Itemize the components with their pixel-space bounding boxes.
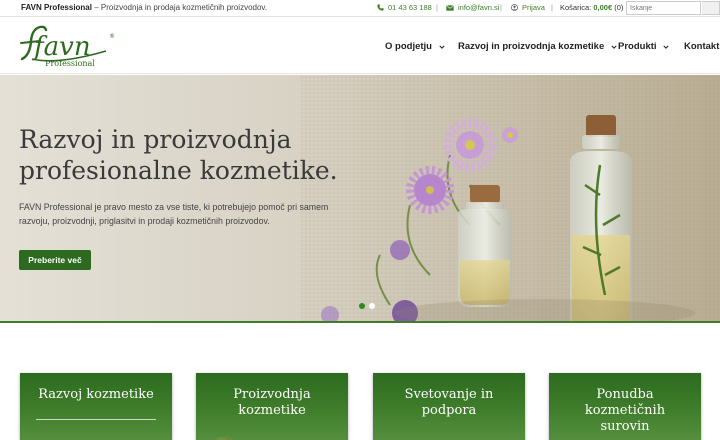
cart-total: 0,00€ <box>593 3 613 12</box>
search-button[interactable] <box>702 1 720 15</box>
chevron-down-icon <box>438 41 445 52</box>
card-title: Proizvodnja kozmetike <box>202 387 342 419</box>
services-section: Razvoj kozmetike Proizvodnja kozmetike S… <box>0 325 720 440</box>
chevron-down-icon <box>611 41 617 52</box>
cart-count: (0) <box>614 3 624 12</box>
favn-logo[interactable]: favn ® Professional <box>18 21 118 69</box>
nav-item-kontakt[interactable]: Kontakt <box>684 41 719 52</box>
card-title-line: kozmetike <box>238 403 306 418</box>
cart-link[interactable]: Košarica: 0,00€ (0) <box>560 3 623 12</box>
card-title: Svetovanje in podpora <box>379 387 519 419</box>
page: FAVN Professional – Proizvodnja in proda… <box>0 0 720 440</box>
separator: | <box>500 3 502 12</box>
hero-description: FAVN Professional je pravo mesto za vse … <box>19 200 349 228</box>
cart-label: Košarica: <box>560 3 592 12</box>
hero-title: Razvoj in proizvodnja profesionalne kozm… <box>19 124 349 186</box>
site-header: favn ® Professional O podjetju Razvoj in… <box>0 17 720 74</box>
hero-text-line2: razvoju, proizvodnji, priglasitvi in pro… <box>19 216 270 226</box>
card-title: Razvoj kozmetike <box>26 387 166 403</box>
separator: | <box>436 3 438 12</box>
user-icon <box>511 3 518 13</box>
login-label: Prijava <box>522 3 545 12</box>
nav-label: Produkti <box>618 41 657 53</box>
separator: | <box>551 3 553 12</box>
card-title: Ponudba kozmetičnih surovin <box>555 387 695 435</box>
card-background <box>20 373 172 440</box>
card-title-line: kozmetičnih <box>584 403 666 418</box>
read-more-button[interactable]: Preberite več <box>19 250 91 270</box>
login-link[interactable]: Prijava <box>511 3 545 13</box>
card-divider <box>36 419 156 420</box>
card-title-line: Razvoj kozmetike <box>38 387 154 402</box>
tagline-text: – Proizvodnja in prodaja kozmetičnih pro… <box>91 3 268 12</box>
phone-link[interactable]: 01 43 63 188 <box>377 3 432 13</box>
card-razvoj-kozmetike[interactable]: Razvoj kozmetike <box>20 373 172 440</box>
card-title-line: Proizvodnja <box>233 387 311 402</box>
slider-dot-1[interactable] <box>359 303 365 309</box>
hero-title-line2: profesionalne kozmetike. <box>19 156 338 185</box>
nav-label: Razvoj in proizvodnja kozmetike <box>458 41 605 53</box>
card-title-line: podpora <box>421 403 477 418</box>
registered-mark: ® <box>109 33 115 40</box>
nav-label: Kontakt <box>684 41 720 52</box>
card-svetovanje-podpora[interactable]: Svetovanje in podpora <box>373 373 525 440</box>
nav-label: O podjetju <box>385 41 432 53</box>
slider-dot-2[interactable] <box>369 303 375 309</box>
hero-text-line1: FAVN Professional je pravo mesto za vse … <box>19 202 329 212</box>
brand-name: FAVN Professional <box>21 3 92 12</box>
search-input[interactable] <box>626 1 701 15</box>
nav-item-razvoj[interactable]: Razvoj in proizvodnja kozmetike <box>458 41 617 52</box>
card-proizvodnja-kozmetike[interactable]: Proizvodnja kozmetike <box>196 373 348 440</box>
hero-background-image <box>0 75 720 321</box>
email-address: info@favn.si <box>458 3 500 12</box>
hero-title-line1: Razvoj in proizvodnja <box>19 125 292 154</box>
phone-number: 01 43 63 188 <box>388 3 432 12</box>
logo-subtitle: Professional <box>45 59 95 68</box>
nav-item-produkti[interactable]: Produkti <box>618 41 669 52</box>
card-ponudba-surovin[interactable]: Ponudba kozmetičnih surovin <box>549 373 701 440</box>
top-bar: FAVN Professional – Proizvodnja in proda… <box>0 0 720 17</box>
top-tagline: FAVN Professional – Proizvodnja in proda… <box>21 3 267 12</box>
card-title-line: Ponudba <box>596 387 654 402</box>
chevron-down-icon <box>663 41 669 52</box>
card-title-line: surovin <box>600 419 650 434</box>
card-title-line: Svetovanje in <box>404 387 494 402</box>
nav-item-o-podjetju[interactable]: O podjetju <box>385 41 445 52</box>
phone-icon <box>377 3 384 13</box>
hero-slider: Razvoj in proizvodnja profesionalne kozm… <box>0 75 720 323</box>
envelope-icon <box>446 4 454 13</box>
email-link[interactable]: info@favn.si <box>446 3 499 13</box>
